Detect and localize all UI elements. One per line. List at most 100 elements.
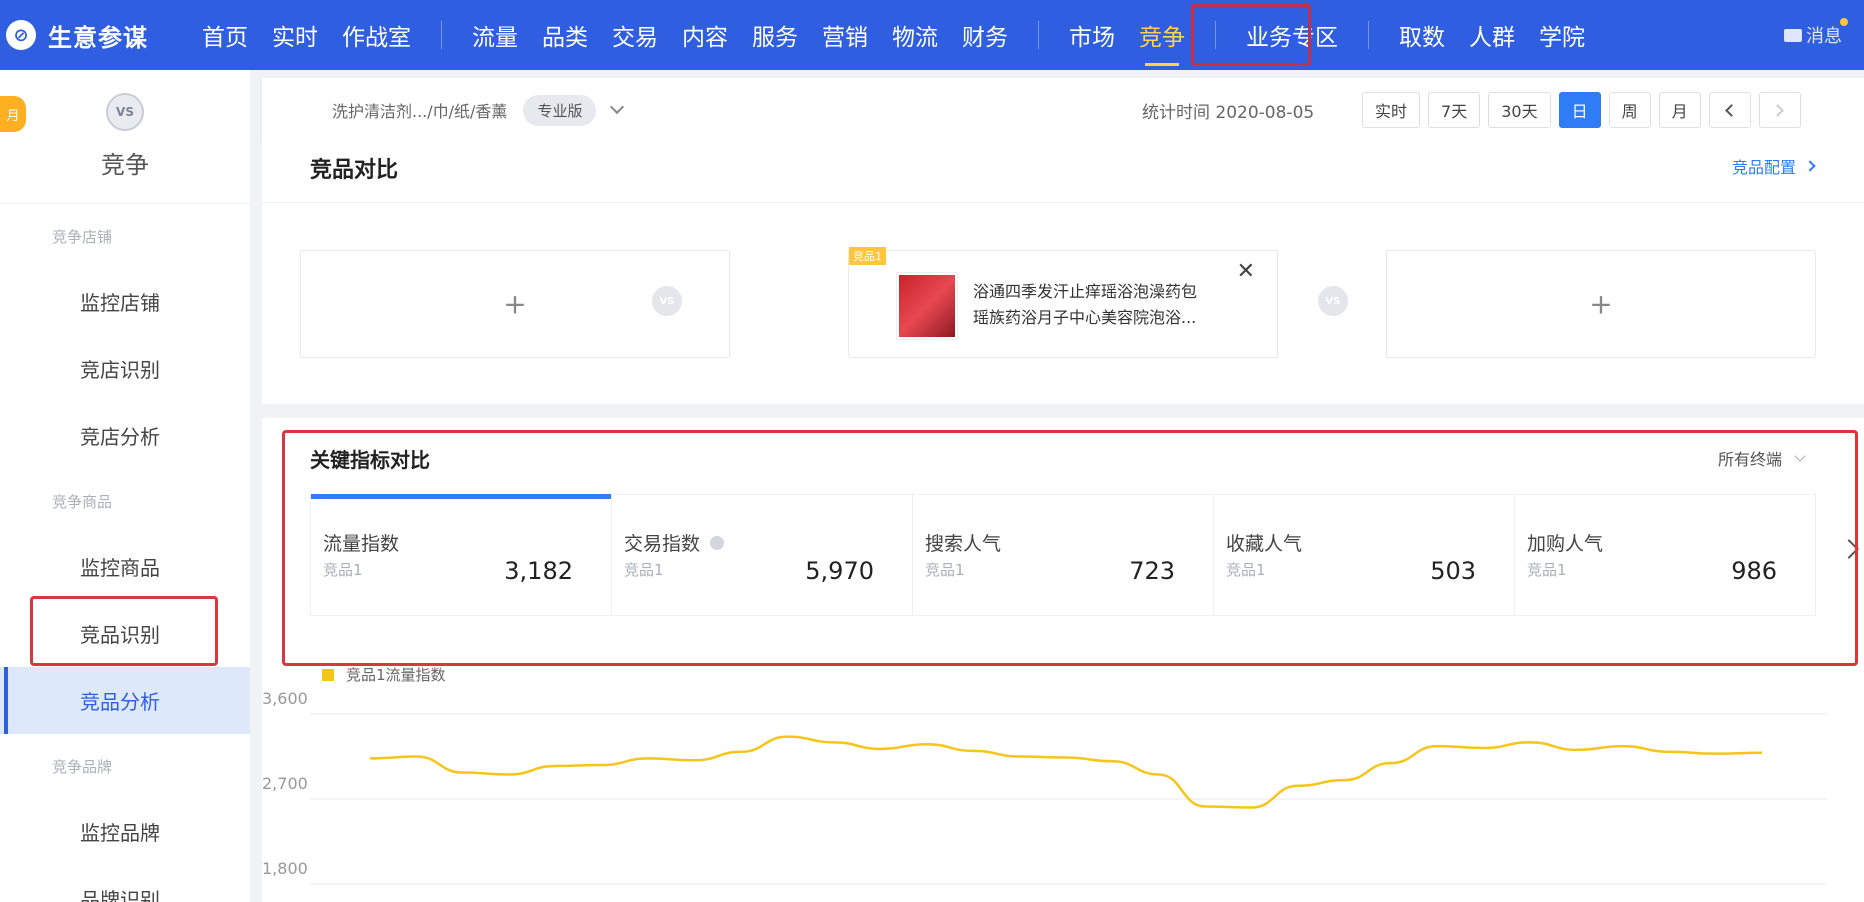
chevron-down-icon[interactable] bbox=[610, 99, 625, 115]
data-point[interactable] bbox=[1478, 742, 1490, 754]
period-button[interactable]: 实时 bbox=[1362, 92, 1421, 128]
period-button[interactable]: 30天 bbox=[1488, 92, 1551, 128]
nav-item[interactable]: 内容 bbox=[670, 0, 740, 70]
period-button[interactable]: 月 bbox=[1658, 92, 1701, 128]
data-point[interactable] bbox=[1524, 736, 1536, 748]
data-point[interactable] bbox=[364, 752, 376, 764]
traffic-chart: 竞品1流量指数 3,600 2,700 1,800 bbox=[262, 656, 1864, 902]
data-point[interactable] bbox=[1153, 768, 1165, 780]
data-point[interactable] bbox=[1431, 740, 1443, 752]
data-point[interactable] bbox=[828, 736, 840, 748]
nav-item[interactable]: 实时 bbox=[260, 0, 330, 70]
nav-item[interactable]: 交易 bbox=[600, 0, 670, 70]
data-point[interactable] bbox=[1106, 755, 1118, 767]
nav-separator bbox=[1038, 21, 1039, 49]
nav-item[interactable]: 市场 bbox=[1057, 0, 1127, 70]
chevron-right-icon bbox=[1804, 160, 1816, 172]
period-button[interactable]: 日 bbox=[1558, 92, 1601, 128]
sidebar-highlight-box bbox=[30, 596, 218, 666]
data-point[interactable] bbox=[550, 760, 562, 772]
data-point[interactable] bbox=[1199, 801, 1211, 813]
data-point[interactable] bbox=[1617, 740, 1629, 752]
notification-dot bbox=[1840, 18, 1848, 26]
nav-separator bbox=[1368, 21, 1369, 49]
sidebar-item[interactable]: 竞店识别 bbox=[0, 335, 250, 402]
data-point[interactable] bbox=[735, 746, 747, 758]
sidebar-item[interactable]: 品牌识别 bbox=[0, 865, 250, 902]
message-button[interactable]: 消息 bbox=[1784, 0, 1848, 70]
data-point[interactable] bbox=[1014, 751, 1026, 763]
data-point[interactable] bbox=[1663, 746, 1675, 758]
brand-name: 生意参谋 bbox=[48, 23, 148, 52]
next-button[interactable] bbox=[1758, 92, 1801, 128]
data-point[interactable] bbox=[503, 768, 515, 780]
data-point[interactable] bbox=[1060, 751, 1072, 763]
data-point[interactable] bbox=[457, 767, 469, 779]
product-slot[interactable]: 竞品1 浴通四季发汗止痒瑶浴泡澡药包 瑶族药浴月子中心美容院泡浴... ✕ bbox=[848, 247, 1278, 358]
chevron-left-icon bbox=[1725, 103, 1738, 117]
nav-item[interactable]: 学院 bbox=[1527, 0, 1597, 70]
prev-button[interactable] bbox=[1708, 92, 1751, 128]
nav-item[interactable]: 人群 bbox=[1457, 0, 1527, 70]
period-selector: 实时 7天 30天日周月 bbox=[1362, 92, 1801, 128]
data-point[interactable] bbox=[1385, 757, 1397, 769]
nav-item[interactable]: 营销 bbox=[810, 0, 880, 70]
sidebar-item[interactable]: 监控商品 bbox=[0, 533, 250, 600]
period-button[interactable]: 周 bbox=[1608, 92, 1651, 128]
sidebar-group-label: 竞争商品 bbox=[52, 492, 113, 511]
nav-item[interactable]: 取数 bbox=[1387, 0, 1457, 70]
sidebar-month-tag[interactable]: 月 bbox=[0, 96, 26, 132]
data-point[interactable] bbox=[642, 752, 654, 764]
data-point[interactable] bbox=[1292, 780, 1304, 792]
stat-time: 统计时间 2020-08-05 bbox=[1142, 102, 1315, 123]
data-point[interactable] bbox=[1246, 802, 1258, 814]
nav-item[interactable]: 服务 bbox=[740, 0, 810, 70]
divider bbox=[262, 202, 1864, 203]
data-point[interactable] bbox=[782, 731, 794, 743]
data-point[interactable] bbox=[967, 745, 979, 757]
sidebar-item[interactable]: 监控店铺 bbox=[0, 268, 250, 335]
product-title-line: 浴通四季发汗止痒瑶浴泡澡药包 bbox=[973, 282, 1198, 301]
y-tick-label: 3,600 bbox=[262, 689, 308, 708]
data-point[interactable] bbox=[921, 738, 933, 750]
data-point[interactable] bbox=[1570, 744, 1582, 756]
brand[interactable]: ⊘ 生意参谋 bbox=[0, 18, 190, 53]
add-product-slot[interactable]: + bbox=[1386, 250, 1816, 358]
data-point[interactable] bbox=[1710, 748, 1722, 760]
product-thumbnail bbox=[897, 273, 957, 339]
sidebar-item[interactable]: 竞品分析 bbox=[0, 667, 250, 734]
chart-legend[interactable]: 竞品1流量指数 bbox=[322, 664, 446, 685]
edition-badge[interactable]: 专业版 bbox=[523, 94, 597, 126]
chevron-right-icon bbox=[1771, 103, 1784, 117]
data-point[interactable] bbox=[410, 751, 422, 763]
y-tick-label: 1,800 bbox=[262, 859, 308, 878]
nav-item[interactable]: 首页 bbox=[190, 0, 260, 70]
nav-group-market: 市场 竞争 bbox=[1057, 0, 1197, 70]
period-button[interactable]: 7天 bbox=[1428, 92, 1481, 128]
category-breadcrumb[interactable]: 洗护清洁剂.../巾/纸/香薰 bbox=[332, 98, 507, 122]
data-point[interactable] bbox=[596, 759, 608, 771]
nav-group-functions: 流量 品类 交易 内容 服务 营销 物流 财务 bbox=[460, 0, 1020, 70]
data-point[interactable] bbox=[689, 754, 701, 766]
close-icon[interactable]: ✕ bbox=[1237, 259, 1255, 284]
nav-item[interactable]: 竞争 bbox=[1127, 0, 1197, 70]
product-title-line: 瑶族药浴月子中心美容院泡浴... bbox=[973, 308, 1197, 327]
nav-highlight-box bbox=[1191, 4, 1311, 66]
nav-item[interactable]: 品类 bbox=[530, 0, 600, 70]
data-point[interactable] bbox=[1756, 747, 1768, 759]
data-point[interactable] bbox=[874, 743, 886, 755]
sidebar-item[interactable]: 监控品牌 bbox=[0, 798, 250, 865]
filter-bar: 洗护清洁剂.../巾/纸/香薰 专业版 统计时间 2020-08-05 实时 7天… bbox=[262, 78, 1864, 142]
nav-item[interactable]: 财务 bbox=[950, 0, 1020, 70]
nav-item[interactable]: 物流 bbox=[880, 0, 950, 70]
product-compare-card: 竞品对比 竞品配置 + VS 竞品1 浴通四季发汗止痒瑶浴泡澡药包 瑶族药浴月子… bbox=[262, 142, 1864, 404]
nav-item[interactable]: 流量 bbox=[460, 0, 530, 70]
product-config-link[interactable]: 竞品配置 bbox=[1732, 154, 1816, 178]
nav-item[interactable]: 作战室 bbox=[330, 0, 423, 70]
data-point[interactable] bbox=[1338, 774, 1350, 786]
series-line[interactable] bbox=[369, 735, 1763, 809]
sidebar-item[interactable]: 竞店分析 bbox=[0, 402, 250, 469]
y-tick-label: 2,700 bbox=[262, 774, 308, 793]
legend-swatch bbox=[322, 668, 334, 681]
nav-group-tools: 取数 人群 学院 bbox=[1387, 0, 1597, 70]
